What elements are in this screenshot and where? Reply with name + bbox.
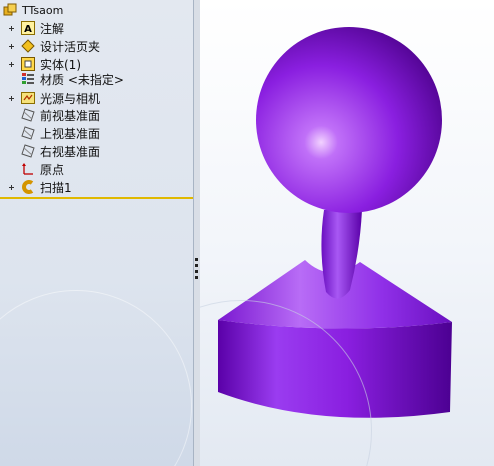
tree-item-label: 扫描1: [40, 180, 72, 195]
splitter-grip: [195, 258, 198, 261]
feature-manager-tree: TTsaom A 注解 设计活页夹 实体(1) 材质 <未指定> 光源与相机 前…: [0, 0, 193, 466]
tree-item-label: 原点: [40, 162, 65, 177]
material-icon: [20, 71, 36, 87]
tree-item-label: 光源与相机: [40, 91, 101, 106]
model-render: [218, 27, 452, 418]
origin-icon: [20, 161, 36, 177]
expand-icon[interactable]: [7, 94, 16, 103]
tree-item-top-plane[interactable]: 上视基准面: [20, 124, 100, 142]
tree-item-label: 前视基准面: [40, 108, 101, 123]
tree-item-lights-cameras[interactable]: 光源与相机: [0, 89, 100, 107]
graphics-viewport[interactable]: [200, 0, 494, 466]
tree-item-design-binder[interactable]: 设计活页夹: [0, 37, 100, 55]
annotation-icon: A: [20, 20, 36, 36]
sphere: [256, 27, 442, 213]
part-icon: [2, 2, 18, 18]
design-binder-icon: [20, 38, 36, 54]
sweep-feature-icon: [20, 179, 36, 195]
expand-icon[interactable]: [7, 60, 16, 69]
tree-item-label: 上视基准面: [40, 126, 101, 141]
plane-icon: [20, 143, 36, 159]
plane-icon: [20, 125, 36, 141]
expand-icon[interactable]: [7, 42, 16, 51]
svg-text:A: A: [24, 24, 32, 35]
lights-cameras-icon: [20, 90, 36, 106]
tree-item-origin[interactable]: 原点: [20, 160, 64, 178]
tree-item-right-plane[interactable]: 右视基准面: [20, 142, 100, 160]
plane-icon: [20, 107, 36, 123]
splitter-grip: [195, 264, 198, 267]
tree-item-label: 右视基准面: [40, 144, 101, 159]
rollback-bar[interactable]: [0, 197, 193, 199]
tree-item-material[interactable]: 材质 <未指定>: [20, 70, 124, 88]
tree-item-sweep1[interactable]: 扫描1: [0, 178, 72, 196]
base-cylinder: [218, 320, 452, 418]
expand-icon[interactable]: [7, 183, 16, 192]
expand-icon[interactable]: [7, 24, 16, 33]
tree-item-front-plane[interactable]: 前视基准面: [20, 106, 100, 124]
tree-item-annotations[interactable]: A 注解: [0, 19, 64, 37]
tree-item-label: 设计活页夹: [40, 39, 101, 54]
splitter-grip: [195, 270, 198, 273]
tree-root-part[interactable]: TTsaom: [2, 1, 63, 19]
splitter-grip: [195, 276, 198, 279]
tree-root-label: TTsaom: [22, 3, 64, 17]
tree-item-label: 材质 <未指定>: [40, 72, 124, 87]
tree-item-label: 注解: [40, 21, 65, 36]
